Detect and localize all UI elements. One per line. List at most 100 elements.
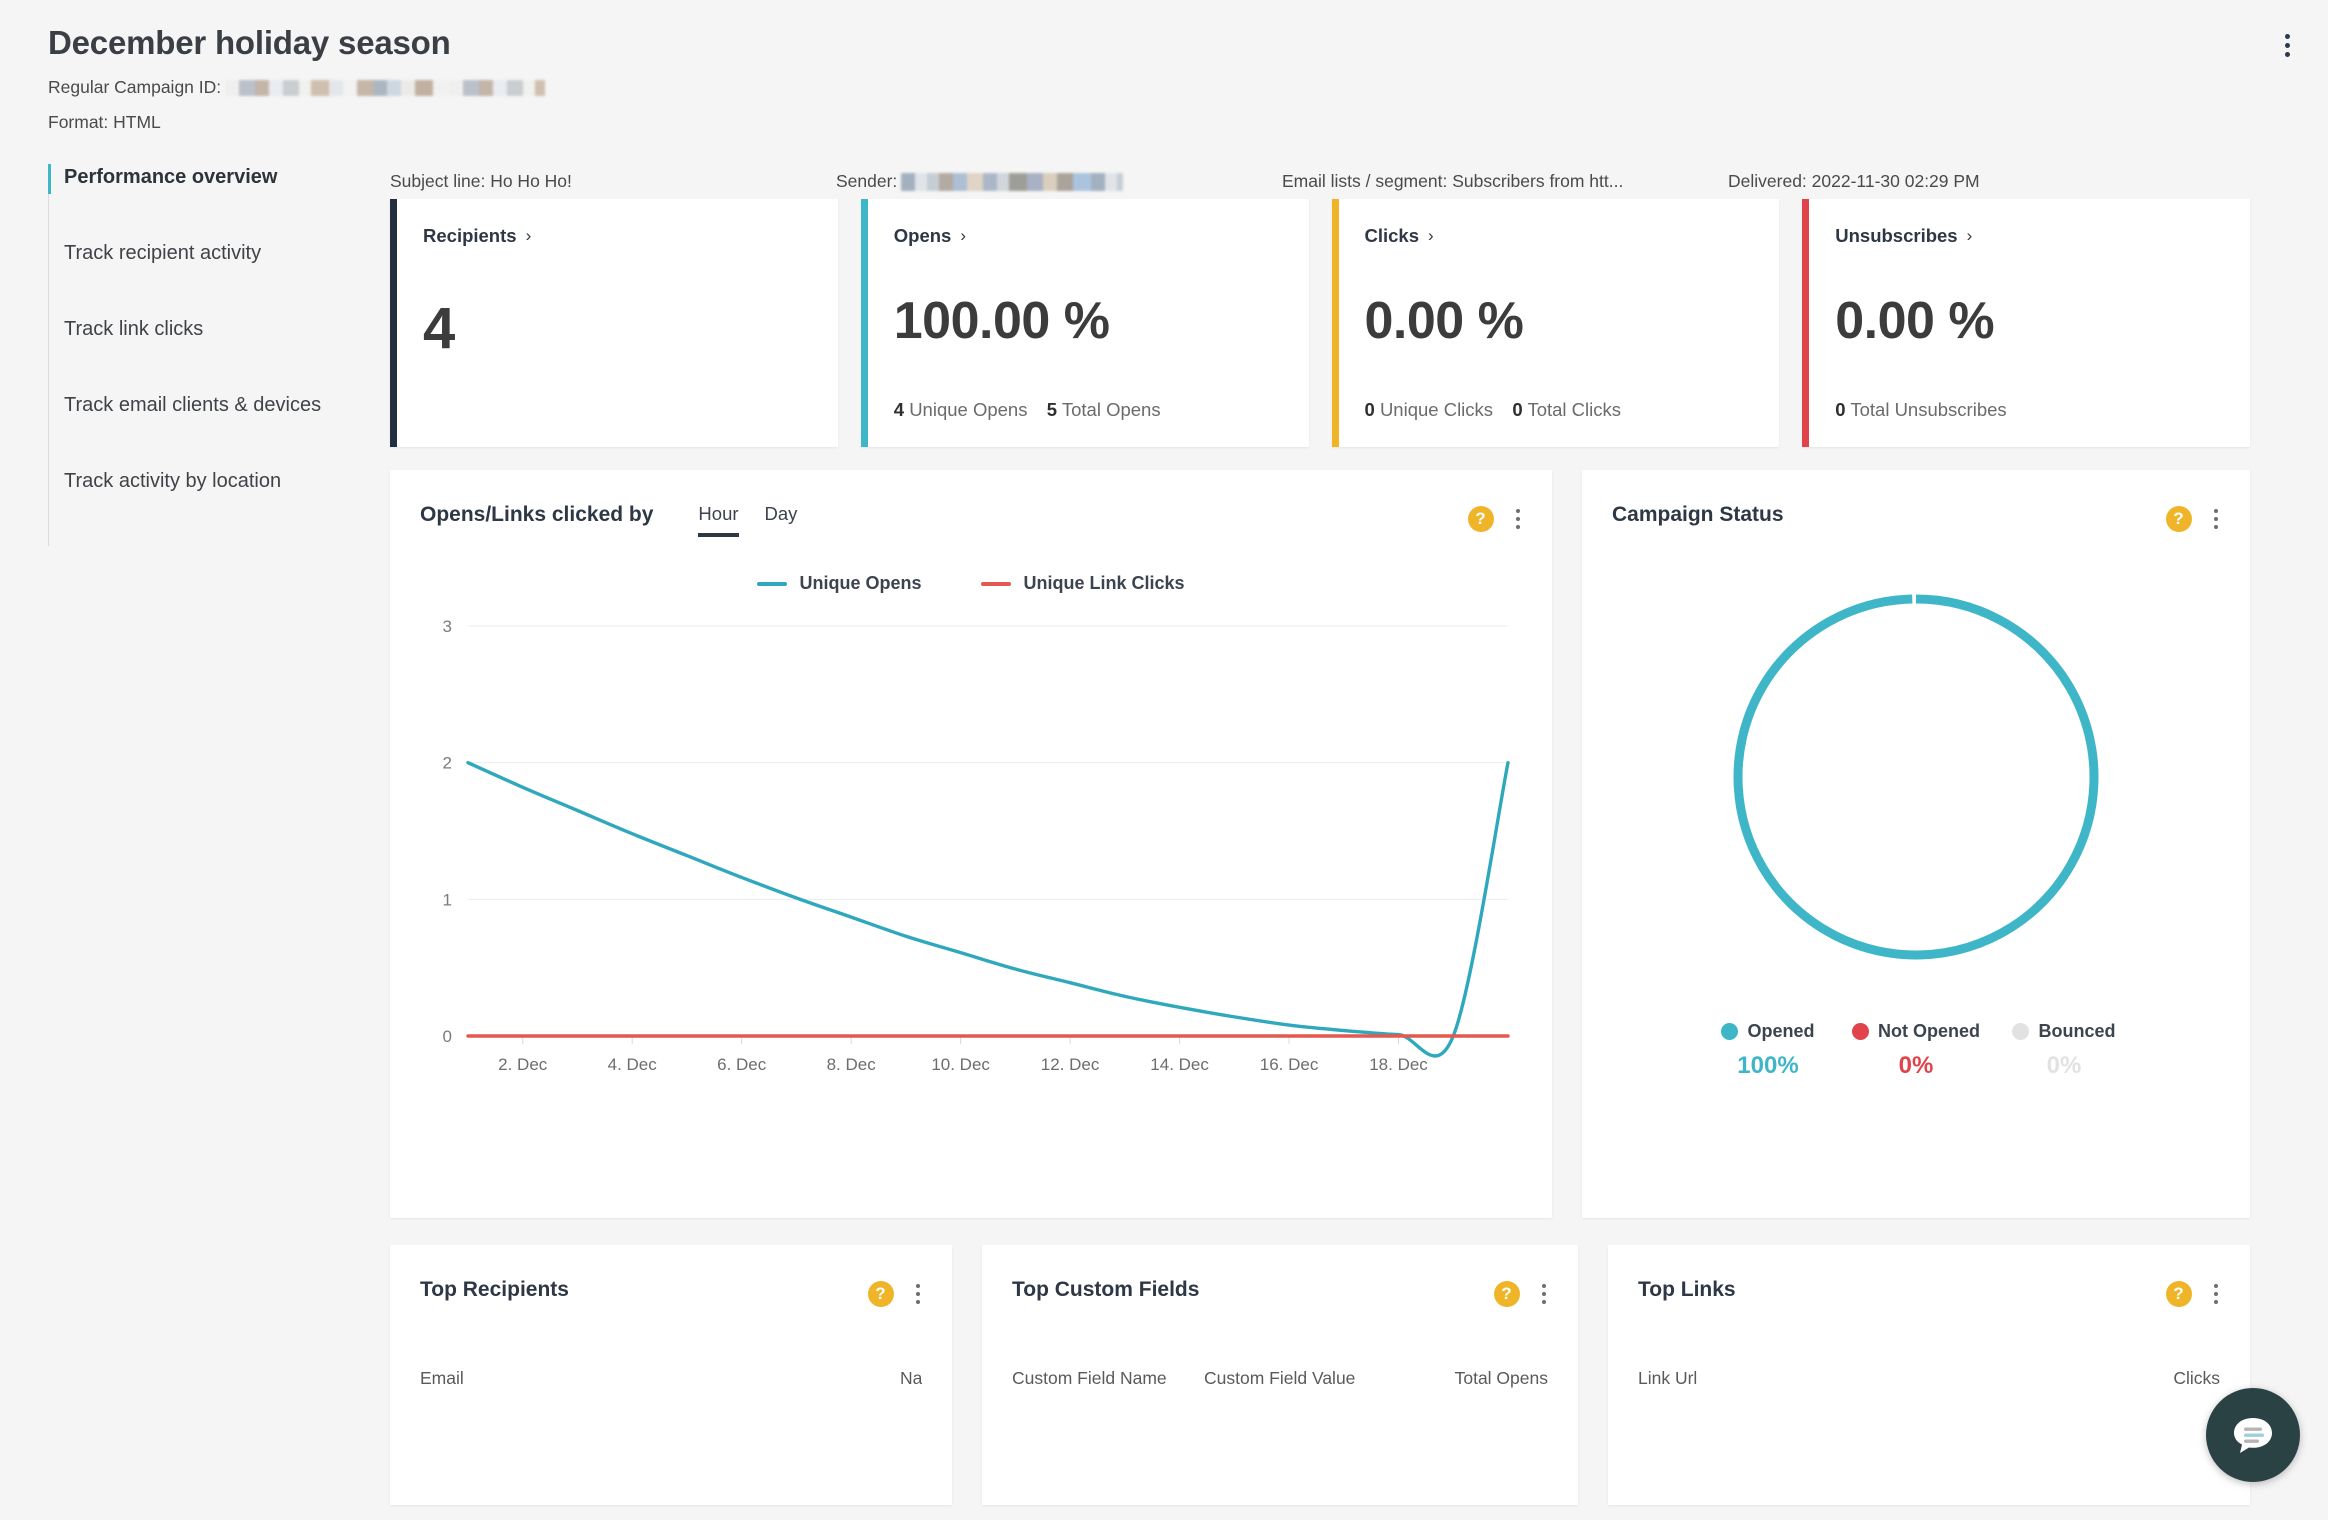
x-axis-tick-label: 10. Dec [931,1055,990,1074]
column-header-clicks[interactable]: Clicks [2173,1368,2220,1389]
delivered-text: Delivered: 2022-11-30 02:29 PM [1728,171,1980,192]
kpi-card-opens[interactable]: Opens › 100.00 % 4 Unique Opens 5 Total … [861,199,1309,447]
column-header-link-url[interactable]: Link Url [1638,1368,2173,1389]
chat-widget-button[interactable] [2206,1388,2300,1482]
kpi-card-recipients[interactable]: Recipients › 4 [390,199,838,447]
kpi-footer-number: 0 [1835,399,1845,420]
legend-dot-opened [1721,1023,1738,1040]
x-axis-tick-label: 12. Dec [1041,1055,1100,1074]
x-axis-tick-label: 16. Dec [1260,1055,1319,1074]
sidebar-item-label: Performance overview [64,166,277,189]
more-vertical-icon [2285,43,2290,48]
legend-dot-bounced [2012,1023,2029,1040]
chevron-right-icon: › [526,226,532,246]
tab-hour[interactable]: Hour [698,503,738,537]
more-vertical-icon [1516,509,1521,514]
sidebar-item-track-link-clicks[interactable]: Track link clicks [49,318,390,394]
chart-legend: Unique Opens Unique Link Clicks [390,573,1552,594]
legend-item-unique-opens[interactable]: Unique Opens [757,573,921,594]
donut-legend: Opened 100% Not Opened 0% [1582,1021,2250,1080]
kpi-header: Unsubscribes › [1835,225,2222,247]
panel-title: Top Links [1638,1278,1736,1302]
help-icon[interactable]: ? [2166,1281,2192,1307]
legend-value: 100% [1694,1052,1842,1080]
column-header-name[interactable]: Na [900,1368,922,1389]
legend-item-opened[interactable]: Opened 100% [1694,1021,1842,1080]
panel-header: Top Links ? [1608,1245,2250,1310]
legend-item-unique-link-clicks[interactable]: Unique Link Clicks [981,573,1184,594]
legend-swatch-unique-opens [757,582,787,586]
kpi-card-clicks[interactable]: Clicks › 0.00 % 0 Unique Clicks 0 Total … [1332,199,1780,447]
y-axis-tick-label: 0 [443,1027,452,1046]
x-axis-tick-label: 6. Dec [717,1055,767,1074]
legend-swatch-unique-link-clicks [981,582,1011,586]
more-vertical-icon [2214,525,2219,530]
x-axis-tick-label: 18. Dec [1369,1055,1428,1074]
sidebar-nav-list: Performance overview Track recipient act… [48,166,390,546]
kpi-card-unsubscribes[interactable]: Unsubscribes › 0.00 % 0 Total Unsubscrib… [1802,199,2250,447]
page-header: December holiday season Regular Campaign… [0,0,2328,133]
column-header-custom-field-value[interactable]: Custom Field Value [1204,1368,1364,1389]
sidebar-item-label: Track activity by location [64,470,281,493]
panel-more-menu-button[interactable] [2210,503,2223,535]
legend-label: Opened [1747,1021,1814,1042]
info-sender: Sender: [836,171,1282,192]
help-icon[interactable]: ? [1468,506,1494,532]
column-header-custom-field-name[interactable]: Custom Field Name [1012,1368,1204,1389]
more-vertical-icon [916,1284,921,1289]
campaign-status-donut-chart [1726,587,2106,967]
help-icon[interactable]: ? [1494,1281,1520,1307]
legend-top: Opened [1694,1021,1842,1042]
top-custom-fields-panel: Top Custom Fields ? Custom Field Name Cu… [982,1245,1578,1505]
legend-top: Bounced [1990,1021,2138,1042]
panel-more-menu-button[interactable] [1512,503,1525,535]
column-header-email[interactable]: Email [420,1368,900,1389]
donut-segment-opened [1738,599,2094,955]
chevron-right-icon: › [960,226,966,246]
help-icon[interactable]: ? [2166,506,2192,532]
more-vertical-icon [2285,52,2290,57]
sidebar-item-label: Track email clients & devices [64,394,321,417]
format-label: Format: HTML [48,112,161,133]
panel-title: Opens/Links clicked by [420,503,653,527]
panel-more-menu-button[interactable] [912,1278,925,1310]
sidebar-item-track-activity-by-location[interactable]: Track activity by location [49,470,390,546]
table-header-row: Link Url Clicks [1608,1310,2250,1389]
kpi-footer: 0 Total Unsubscribes [1835,399,2006,421]
more-vertical-icon [1542,1284,1547,1289]
x-axis-tick-label: 2. Dec [498,1055,548,1074]
page-more-menu-button[interactable] [2275,22,2300,69]
more-vertical-icon [2214,517,2219,522]
legend-item-not-opened[interactable]: Not Opened 0% [1842,1021,1990,1080]
sidebar-item-performance-overview[interactable]: Performance overview [49,166,390,242]
more-vertical-icon [2214,1284,2219,1289]
panel-actions: ? [1494,1278,1551,1310]
legend-label: Unique Opens [799,573,921,594]
more-vertical-icon [2214,509,2219,514]
chevron-right-icon: › [1428,226,1434,246]
sidebar-item-track-recipient-activity[interactable]: Track recipient activity [49,242,390,318]
column-header-total-opens[interactable]: Total Opens [1364,1368,1548,1389]
kpi-header: Clicks › [1365,225,1752,247]
sender-redacted-value [901,173,1123,191]
panel-more-menu-button[interactable] [2210,1278,2223,1310]
help-icon[interactable]: ? [868,1281,894,1307]
legend-item-bounced[interactable]: Bounced 0% [1990,1021,2138,1080]
panel-more-menu-button[interactable] [1538,1278,1551,1310]
campaign-id-redacted-value [225,80,545,96]
x-axis-tick-label: 4. Dec [608,1055,658,1074]
top-links-panel: Top Links ? Link Url Clicks [1608,1245,2250,1505]
sender-label: Sender: [836,171,897,192]
sidebar-item-track-email-clients-devices[interactable]: Track email clients & devices [49,394,390,470]
series-line-unique-opens [468,763,1508,1056]
main-content: Subject line: Ho Ho Ho! Sender: Email li… [390,133,2328,1505]
kpi-footer-number: 4 [894,399,904,420]
legend-value: 0% [1842,1052,1990,1080]
kpi-footer-label: Unique Clicks [1380,399,1493,420]
kpi-footer: 4 Unique Opens 5 Total Opens [894,399,1161,421]
tab-day[interactable]: Day [765,503,798,537]
y-axis-tick-label: 2 [443,754,452,773]
kpi-header: Recipients › [423,225,810,247]
format-line: Format: HTML [48,112,2280,133]
kpi-header: Opens › [894,225,1281,247]
